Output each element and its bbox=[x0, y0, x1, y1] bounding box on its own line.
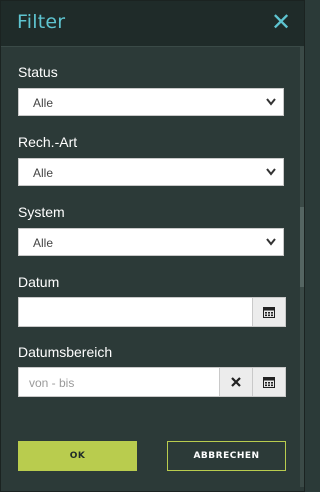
datumsbereich-label: Datumsbereich bbox=[18, 344, 113, 360]
datumsbereich-calendar-button[interactable] bbox=[252, 367, 286, 397]
chevron-down-icon bbox=[266, 238, 276, 246]
rech-art-select-value: Alle bbox=[33, 166, 54, 180]
system-label: System bbox=[18, 204, 65, 220]
scrollbar-thumb[interactable] bbox=[300, 207, 304, 287]
close-icon[interactable]: ✕ bbox=[270, 11, 292, 35]
system-select[interactable]: Alle bbox=[18, 228, 284, 256]
ok-button[interactable]: OK bbox=[18, 441, 137, 471]
dialog-title: Filter bbox=[17, 11, 66, 33]
rech-art-select[interactable]: Alle bbox=[18, 158, 284, 186]
clear-icon bbox=[231, 377, 241, 387]
rech-art-label: Rech.-Art bbox=[18, 134, 78, 150]
datum-label: Datum bbox=[18, 274, 60, 290]
scrollbar[interactable] bbox=[300, 47, 304, 487]
datumsbereich-clear-button[interactable] bbox=[219, 367, 253, 397]
datumsbereich-input-group: von - bis bbox=[18, 367, 286, 397]
datum-input-group bbox=[18, 297, 286, 327]
datumsbereich-placeholder: von - bis bbox=[29, 376, 75, 390]
calendar-icon bbox=[263, 307, 275, 318]
dialog-header: Filter ✕ bbox=[1, 1, 304, 47]
chevron-down-icon bbox=[266, 168, 276, 176]
chevron-down-icon bbox=[266, 98, 276, 106]
status-select[interactable]: Alle bbox=[18, 88, 284, 116]
status-label: Status bbox=[18, 64, 58, 80]
cancel-button[interactable]: ABBRECHEN bbox=[167, 441, 286, 471]
calendar-icon bbox=[263, 377, 275, 388]
system-select-value: Alle bbox=[33, 236, 54, 250]
status-select-value: Alle bbox=[33, 96, 54, 110]
datum-input[interactable] bbox=[18, 297, 253, 327]
datum-calendar-button[interactable] bbox=[252, 297, 286, 327]
filter-dialog: Filter ✕ Status Alle Rech.-Art Alle Syst… bbox=[0, 0, 305, 492]
datumsbereich-input[interactable]: von - bis bbox=[18, 367, 220, 397]
